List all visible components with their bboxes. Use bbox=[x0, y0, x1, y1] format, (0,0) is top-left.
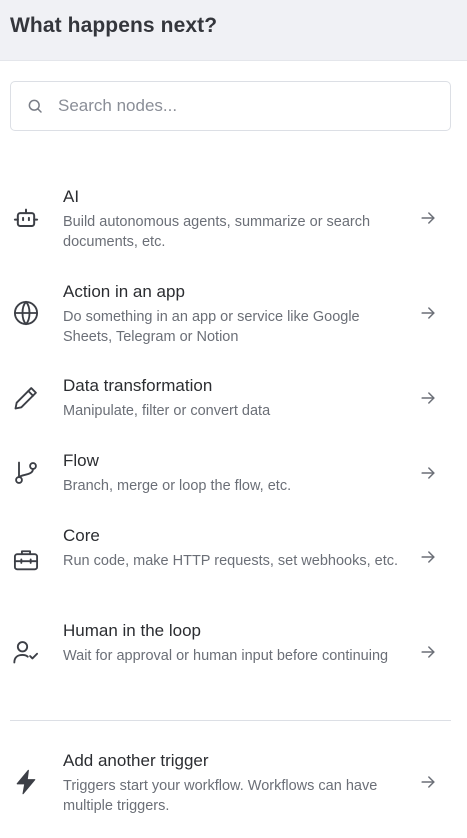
node-category-title: Flow bbox=[63, 451, 99, 470]
node-category-title: Data transformation bbox=[63, 376, 213, 395]
pencil-icon bbox=[12, 384, 40, 412]
section-divider bbox=[10, 720, 451, 721]
arrow-right-icon bbox=[418, 547, 438, 567]
node-category-title: Human in the loop bbox=[63, 621, 201, 640]
node-category-description: Branch, merge or loop the flow, etc. bbox=[63, 478, 292, 494]
search-input[interactable] bbox=[58, 83, 438, 129]
search-box[interactable] bbox=[10, 81, 451, 131]
page-title: What happens next? bbox=[10, 14, 218, 37]
node-category-flow[interactable]: Flow Branch, merge or loop the flow, etc… bbox=[0, 451, 467, 501]
node-category-title: Action in an app bbox=[63, 282, 185, 301]
node-category-description: Manipulate, filter or convert data bbox=[63, 403, 271, 419]
git-branch-icon bbox=[12, 459, 40, 487]
node-category-title: AI bbox=[63, 187, 80, 206]
arrow-right-icon bbox=[418, 303, 438, 323]
robot-icon bbox=[12, 205, 40, 233]
node-category-data-transformation[interactable]: Data transformation Manipulate, filter o… bbox=[0, 376, 467, 426]
panel-header: What happens next? bbox=[0, 0, 467, 61]
toolbox-icon bbox=[12, 546, 40, 574]
trigger-description: Triggers start your workflow. Workflows … bbox=[63, 778, 378, 814]
node-category-description: Build autonomous agents, summarize or se… bbox=[63, 214, 371, 250]
trigger-title: Add another trigger bbox=[63, 751, 209, 770]
search-icon bbox=[26, 97, 44, 115]
arrow-right-icon bbox=[418, 463, 438, 483]
user-check-icon bbox=[12, 638, 40, 666]
arrow-right-icon bbox=[418, 388, 438, 408]
node-category-human-in-loop[interactable]: Human in the loop Wait for approval or h… bbox=[0, 621, 467, 691]
globe-icon bbox=[12, 299, 40, 327]
node-category-description: Wait for approval or human input before … bbox=[63, 648, 389, 664]
node-category-description: Run code, make HTTP requests, set webhoo… bbox=[63, 553, 399, 569]
node-category-action-in-app[interactable]: Action in an app Do something in an app … bbox=[0, 282, 467, 352]
arrow-right-icon bbox=[418, 642, 438, 662]
arrow-right-icon bbox=[418, 208, 438, 228]
node-category-title: Core bbox=[63, 526, 100, 545]
node-category-ai[interactable]: AI Build autonomous agents, summarize or… bbox=[0, 187, 467, 257]
bolt-icon bbox=[12, 768, 40, 796]
add-trigger-item[interactable]: Add another trigger Triggers start your … bbox=[0, 751, 467, 821]
arrow-right-icon bbox=[418, 772, 438, 792]
node-category-description: Do something in an app or service like G… bbox=[63, 309, 360, 345]
node-category-core[interactable]: Core Run code, make HTTP requests, set w… bbox=[0, 526, 467, 596]
